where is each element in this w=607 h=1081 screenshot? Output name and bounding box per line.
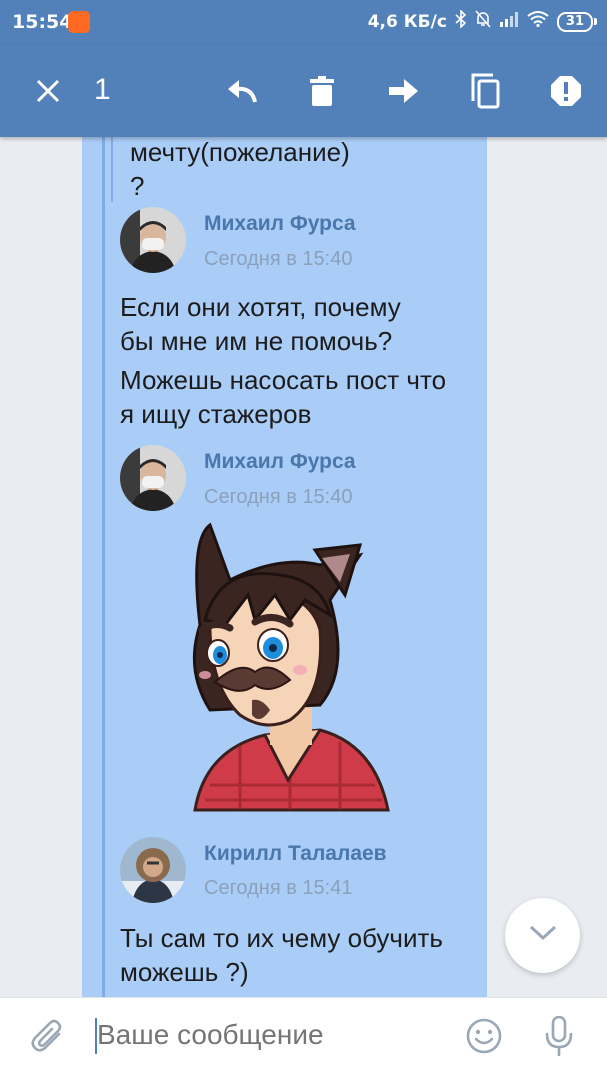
wifi-icon (527, 11, 549, 32)
author-name[interactable]: Михаил Фурса (204, 212, 356, 236)
author-name[interactable]: Кирилл Талалаев (204, 842, 387, 866)
reply-button[interactable] (218, 45, 266, 137)
mute-bell-icon (475, 10, 491, 33)
delete-button[interactable] (298, 45, 346, 137)
message-composer (0, 997, 607, 1081)
battery-icon: 31 (556, 11, 597, 32)
signal-icon (499, 11, 519, 32)
message-input[interactable] (95, 1018, 439, 1052)
reply-icon (226, 78, 258, 104)
quoted-text-line: мечту(пожелание) (130, 137, 350, 167)
close-button[interactable] (24, 45, 72, 137)
close-icon (35, 78, 61, 104)
message-time: Сегодня в 15:40 (204, 248, 353, 270)
copy-button[interactable] (462, 45, 510, 137)
chevron-down-icon (529, 925, 557, 946)
emoji-button[interactable] (462, 1016, 506, 1060)
selection-toolbar: 1 (0, 45, 607, 137)
forward-button[interactable] (380, 45, 428, 137)
message-time: Сегодня в 15:41 (204, 877, 353, 899)
nested-quote-bar (111, 137, 113, 202)
scroll-down-button[interactable] (505, 898, 580, 973)
message-time: Сегодня в 15:40 (204, 486, 353, 508)
sticker-image[interactable] (170, 520, 400, 830)
avatar[interactable] (120, 207, 186, 273)
alert-icon (550, 75, 582, 107)
message-text-line: Если они хотят, почему (120, 292, 401, 322)
avatar[interactable] (120, 445, 186, 511)
status-bar: 15:54 4,6 КБ/с 31 (0, 0, 607, 45)
network-speed: 4,6 КБ/с (367, 11, 447, 32)
forward-icon (389, 79, 419, 103)
author-name[interactable]: Михаил Фурса (204, 450, 356, 474)
smiley-icon (465, 1017, 503, 1060)
selected-count: 1 (94, 73, 111, 106)
message-text-line: Можешь насосать пост что (120, 365, 447, 395)
battery-level: 31 (556, 11, 593, 32)
trash-icon (310, 76, 334, 106)
status-time: 15:54 (12, 11, 73, 33)
copy-icon (471, 73, 501, 109)
message-text-line: бы мне им не помочь? (120, 326, 393, 356)
avatar[interactable] (120, 837, 186, 903)
message-text-line: я ищу стажеров (120, 399, 312, 429)
voice-message-button[interactable] (537, 1015, 581, 1061)
quoted-text-line: ? (130, 171, 145, 201)
bluetooth-icon (455, 9, 467, 33)
message-text-line: Ты сам то их чему обучить (120, 923, 443, 953)
microphone-icon (545, 1015, 573, 1061)
quote-bar (102, 137, 105, 997)
paperclip-icon (31, 1018, 65, 1059)
status-indicators: 4,6 КБ/с 31 (367, 9, 597, 33)
attach-button[interactable] (26, 1016, 70, 1060)
notification-app-icon (68, 11, 90, 33)
report-button[interactable] (542, 45, 590, 137)
message-text-line: можешь ?) (120, 957, 249, 987)
